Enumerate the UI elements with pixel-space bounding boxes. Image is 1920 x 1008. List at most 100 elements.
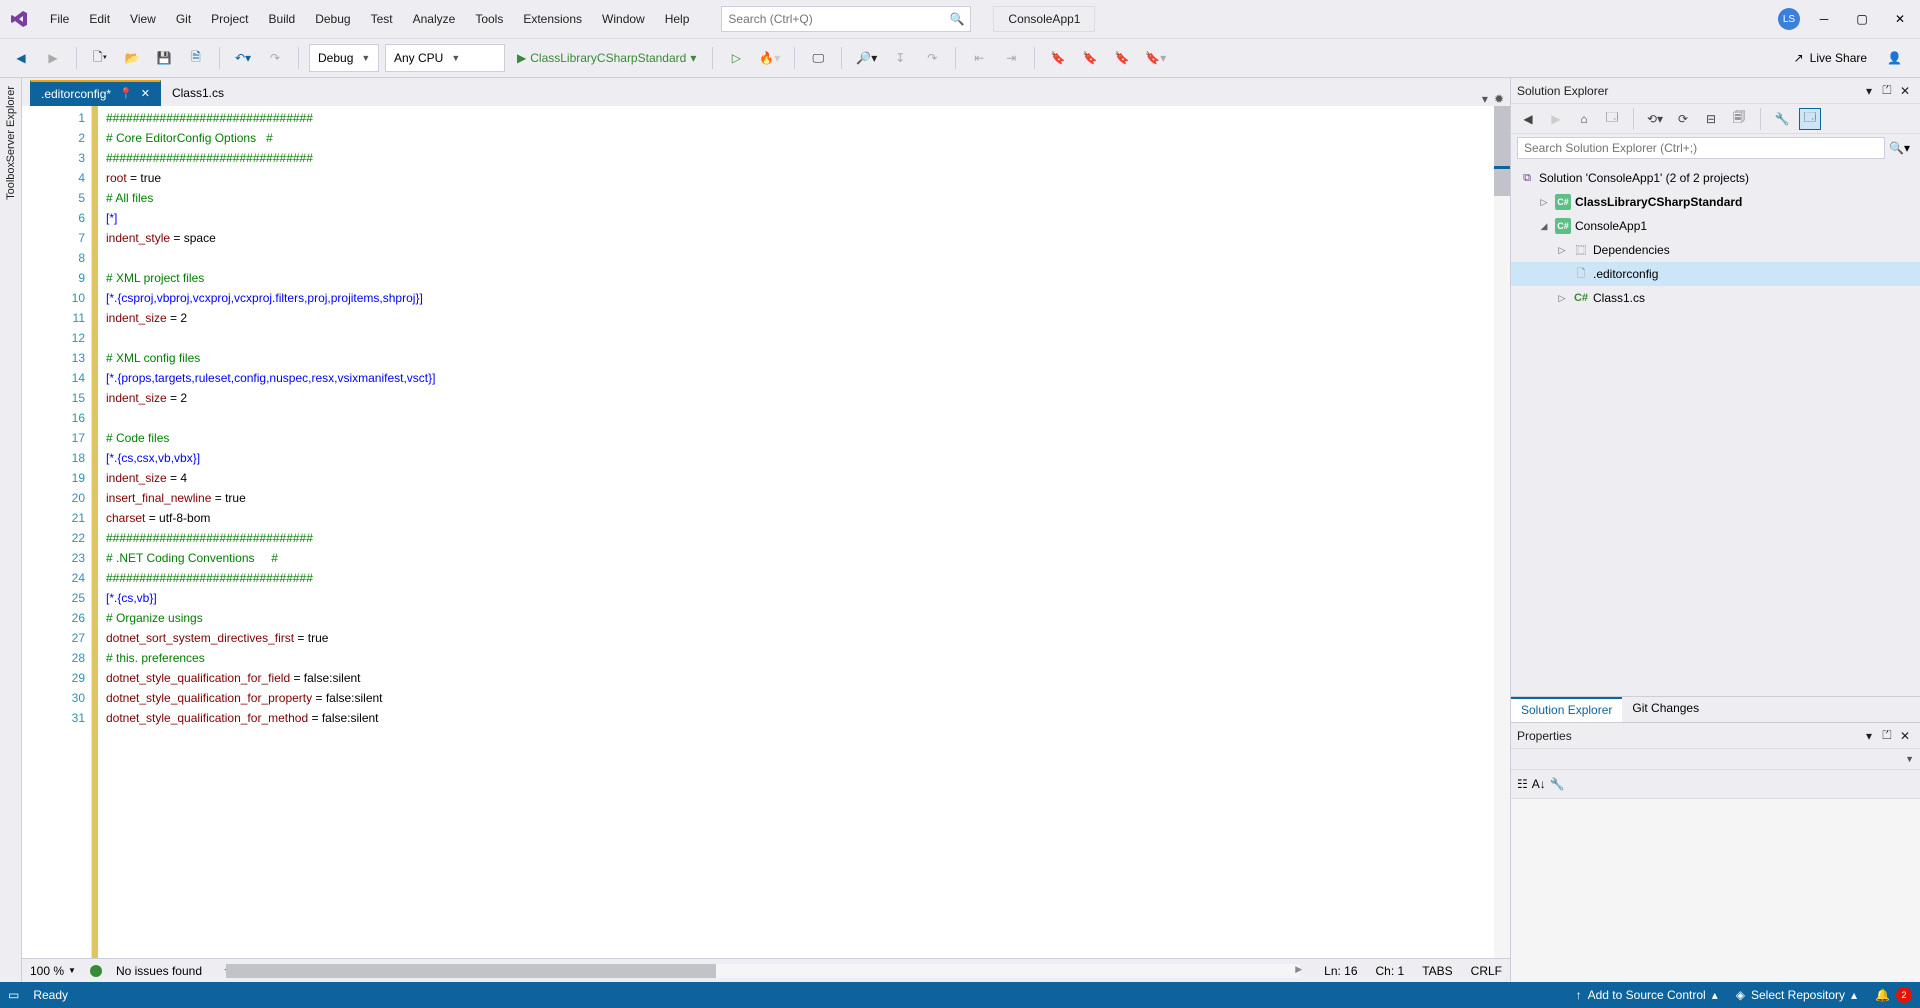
maximize-button[interactable]: ▢ [1848,6,1876,32]
menu-edit[interactable]: Edit [79,6,120,32]
tree-item[interactable]: ▷⿴Dependencies [1511,238,1920,262]
tree-item[interactable]: ◢C#ConsoleApp1 [1511,214,1920,238]
panel-tab[interactable]: Git Changes [1622,697,1709,722]
live-share-button[interactable]: ↗ Live Share 👤 [1784,51,1912,65]
collapse-all-icon[interactable]: ⊟ [1700,108,1722,130]
pin-icon[interactable]: ⏍ [1878,83,1896,98]
menu-window[interactable]: Window [592,6,655,32]
chevron-down-icon[interactable]: ▼ [1905,754,1914,764]
expand-icon[interactable]: ▷ [1537,197,1551,208]
feedback-icon[interactable]: 👤 [1887,51,1902,65]
menu-file[interactable]: File [40,6,79,32]
wrench-icon[interactable]: 🔧 [1550,777,1565,791]
properties-panel: Properties ▾ ⏍ ✕ ▼ ☷ A↓ 🔧 [1511,722,1920,982]
bookmark-button[interactable]: 🔖 [1045,44,1071,72]
add-source-control-button[interactable]: ↑ Add to Source Control ▴ [1576,988,1718,1002]
expand-icon[interactable]: ▷ [1555,293,1569,304]
configuration-combo[interactable]: Debug▼ [309,44,379,72]
panel-close-icon[interactable]: ✕ [1896,729,1914,743]
alphabetical-icon[interactable]: A↓ [1532,777,1546,791]
zoom-combo[interactable]: 100 %▼ [30,964,76,978]
home-icon[interactable]: ⌂ [1573,108,1595,130]
hot-reload-button[interactable]: 🔥▾ [755,44,784,72]
close-button[interactable]: ✕ [1886,6,1914,32]
properties-icon[interactable]: 🔧 [1771,108,1793,130]
menu-help[interactable]: Help [655,6,700,32]
select-repository-button[interactable]: ◈ Select Repository ▴ [1736,988,1857,1002]
save-button[interactable]: 💾 [151,44,177,72]
start-debug-button[interactable]: ▶ ClassLibraryCSharpStandard ▾ [511,44,702,72]
menu-analyze[interactable]: Analyze [403,6,466,32]
tree-item[interactable]: 🗋.editorconfig [1511,262,1920,286]
menu-project[interactable]: Project [201,6,258,32]
browser-link-button[interactable]: 🖵 [805,44,831,72]
panel-close-icon[interactable]: ✕ [1896,84,1914,98]
tab-settings-icon[interactable]: ✹ [1494,92,1504,106]
dependencies-icon: ⿴ [1573,242,1589,258]
collapsed-panel-toolbox[interactable]: Toolbox [5,162,17,200]
expand-icon[interactable]: ▷ [1555,245,1569,256]
save-all-button[interactable]: 🗎 [183,44,209,72]
menu-extensions[interactable]: Extensions [513,6,592,32]
editor-area: .editorconfig*📍✕Class1.cs ▾ ✹ ⤢ 12345678… [22,78,1510,982]
notifications-button[interactable]: 🔔2 [1875,987,1912,1003]
tabs-mode-label: TABS [1422,964,1452,978]
code-editor[interactable]: ################################ Core Ed… [98,106,1494,958]
menu-build[interactable]: Build [259,6,306,32]
expand-icon[interactable]: ◢ [1537,221,1551,232]
status-ready: Ready [33,988,68,1002]
menu-test[interactable]: Test [361,6,403,32]
step-into-button[interactable]: ↧ [887,44,913,72]
redo-button[interactable]: ↷ [262,44,288,72]
line-label: Ln: 16 [1324,964,1357,978]
menu-git[interactable]: Git [166,6,201,32]
preview-icon[interactable]: 🗔 [1799,108,1821,130]
panel-dropdown-icon[interactable]: ▾ [1860,729,1878,743]
bookmark-next-button[interactable]: 🔖 [1109,44,1135,72]
panel-tab[interactable]: Solution Explorer [1511,697,1622,722]
tree-item[interactable]: ▷C#Class1.cs [1511,286,1920,310]
collapsed-panel-server-explorer[interactable]: Server Explorer [5,86,17,162]
pin-icon[interactable]: 📍 [119,87,133,100]
solution-root[interactable]: ⧉ Solution 'ConsoleApp1' (2 of 2 project… [1511,166,1920,190]
indent-button[interactable]: ⇥ [998,44,1024,72]
se-back-icon[interactable]: ◀ [1517,108,1539,130]
refresh-icon[interactable]: ⟳ [1672,108,1694,130]
step-over-button[interactable]: ↷ [919,44,945,72]
panel-dropdown-icon[interactable]: ▾ [1860,84,1878,98]
se-forward-icon[interactable]: ▶ [1545,108,1567,130]
search-box[interactable]: 🔍 [721,6,971,32]
horizontal-scrollbar[interactable]: ◀▶ [226,964,1300,978]
pin-icon[interactable]: ⏍ [1878,728,1896,743]
tree-item[interactable]: ▷C#ClassLibraryCSharpStandard [1511,190,1920,214]
menu-debug[interactable]: Debug [305,6,360,32]
menu-view[interactable]: View [120,6,166,32]
categorized-icon[interactable]: ☷ [1517,777,1528,791]
outdent-button[interactable]: ⇤ [966,44,992,72]
bookmark-clear-button[interactable]: 🔖▾ [1141,44,1170,72]
nav-back-button[interactable]: ◀ [8,44,34,72]
undo-button[interactable]: ↶▾ [230,44,256,72]
document-tab[interactable]: Class1.cs [161,80,235,106]
switch-views-icon[interactable]: 🗔 [1601,108,1623,130]
minimize-button[interactable]: ─ [1810,6,1838,32]
search-input[interactable] [728,12,949,26]
tab-overflow-icon[interactable]: ▾ [1482,92,1488,106]
start-without-debug-button[interactable]: ▷ [723,44,749,72]
document-tab[interactable]: .editorconfig*📍✕ [30,80,161,106]
show-all-icon[interactable]: 🗐 [1728,108,1750,130]
se-search-input[interactable] [1517,137,1885,159]
bookmark-prev-button[interactable]: 🔖 [1077,44,1103,72]
find-in-files-button[interactable]: 🔎▾ [852,44,881,72]
solution-tree[interactable]: ⧉ Solution 'ConsoleApp1' (2 of 2 project… [1511,162,1920,696]
menu-tools[interactable]: Tools [465,6,513,32]
solution-explorer-search[interactable]: 🔍▾ [1511,134,1920,162]
open-button[interactable]: 📂 [119,44,145,72]
close-tab-icon[interactable]: ✕ [141,87,150,100]
vertical-scrollbar[interactable] [1494,106,1510,958]
sync-icon[interactable]: ⟲▾ [1644,108,1666,130]
user-badge[interactable]: LS [1778,8,1800,30]
nav-forward-button[interactable]: ▶ [40,44,66,72]
platform-combo[interactable]: Any CPU▼ [385,44,505,72]
new-project-button[interactable]: 🗋▾ [87,44,113,72]
